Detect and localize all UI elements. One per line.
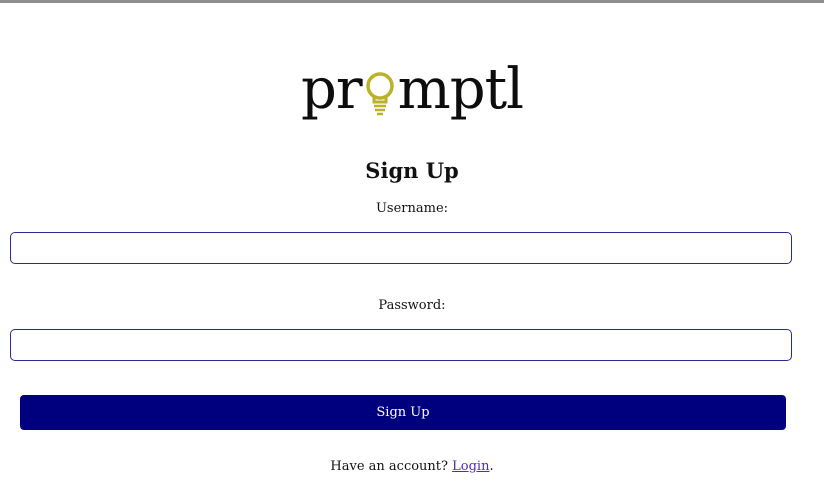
password-input[interactable]: [10, 329, 792, 361]
password-label: Password:: [378, 298, 446, 313]
logo-text-end: mptl: [397, 57, 524, 122]
logo-text-start: pr: [301, 57, 363, 122]
sign-up-button[interactable]: Sign Up: [20, 395, 786, 430]
username-input[interactable]: [10, 232, 792, 264]
page-title: Sign Up: [365, 158, 459, 183]
login-prompt-text: Have an account?: [330, 459, 448, 474]
promptl-logo: pr mptl: [0, 48, 824, 118]
login-prompt: Have an account? Login.: [0, 459, 824, 474]
login-prompt-suffix: .: [489, 459, 494, 474]
login-link[interactable]: Login: [452, 459, 489, 474]
username-label: Username:: [375, 201, 449, 216]
window-top-border: [0, 0, 824, 3]
lightbulb-icon: [363, 62, 397, 122]
